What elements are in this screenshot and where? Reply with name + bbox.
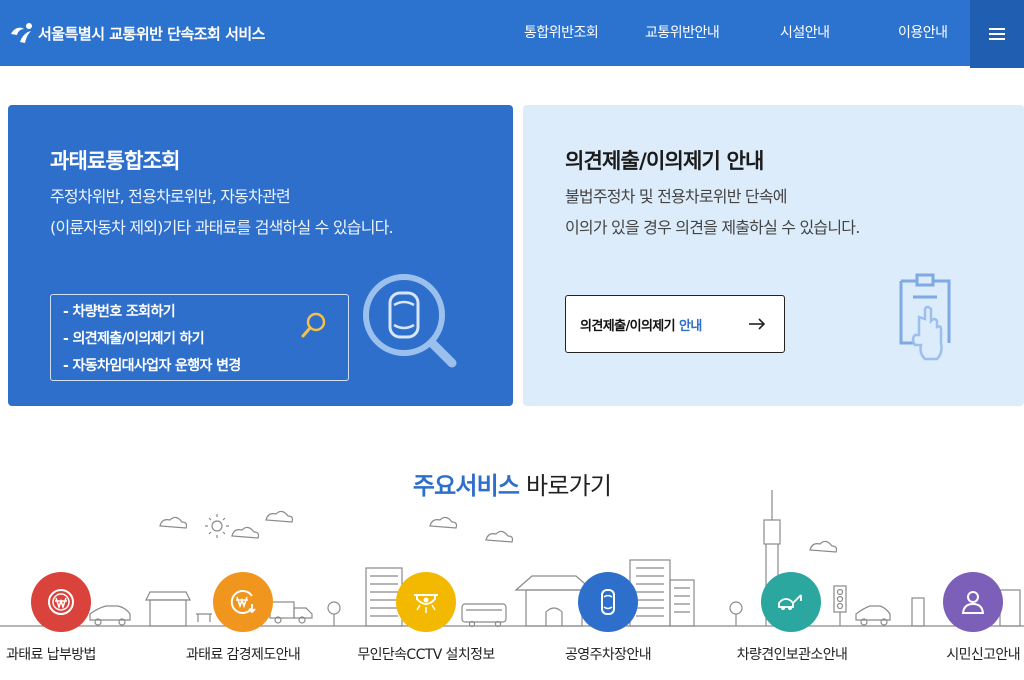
- service-label-tow-storage[interactable]: 차량견인보관소안내: [722, 644, 862, 664]
- service-label-cctv-info[interactable]: 무인단속CCTV 설치정보: [341, 644, 511, 664]
- fine-inquiry-desc-line1: 주정차위반, 전용차로위반, 자동차관련: [50, 187, 291, 206]
- objection-guide-desc-line2: 이의가 있을 경우 의견을 제출하실 수 있습니다.: [565, 218, 860, 237]
- hamburger-icon: [989, 25, 1005, 43]
- fine-inquiry-description: 주정차위반, 전용차로위반, 자동차관련 (이륜자동차 제외)기타 과태료를 검…: [50, 181, 394, 243]
- won-coin-icon: [48, 589, 74, 615]
- fine-inquiry-title: 과태료통합조회: [50, 149, 180, 173]
- service-fine-reduction[interactable]: [213, 572, 273, 632]
- service-citizen-report[interactable]: [943, 572, 1003, 632]
- city-skyline-illustration: [0, 490, 1024, 628]
- person-icon: [961, 591, 985, 614]
- header: 서울특별시 교통위반 단속조회 서비스 통합위반조회 교통위반안내 시설안내 이…: [0, 0, 1024, 68]
- fine-inquiry-links: - 차량번호 조회하기 - 의견제출/이의제기 하기 - 자동차임대사업자 운행…: [50, 294, 349, 381]
- objection-guide-button-accent: 안내: [679, 318, 702, 334]
- objection-guide-desc-line1: 불법주정차 및 전용차로위반 단속에: [565, 187, 787, 206]
- service-public-parking[interactable]: [578, 572, 638, 632]
- fine-inquiry-card: 과태료통합조회 주정차위반, 전용차로위반, 자동차관련 (이륜자동차 제외)기…: [8, 105, 513, 406]
- service-cctv-info[interactable]: [396, 572, 456, 632]
- service-label-fine-reduction[interactable]: 과태료 감경제도안내: [168, 644, 318, 664]
- objection-guide-description: 불법주정차 및 전용차로위반 단속에 이의가 있을 경우 의견을 제출하실 수 …: [565, 181, 860, 243]
- objection-guide-button-label: 의견제출/이의제기: [580, 318, 676, 334]
- service-label-citizen-report[interactable]: 시민신고안내: [920, 644, 1020, 664]
- tow-truck-icon: [778, 594, 802, 610]
- service-fine-payment[interactable]: [31, 572, 91, 632]
- nav-usage-guide[interactable]: 이용안내: [898, 22, 948, 42]
- link-rental-driver-change[interactable]: - 자동차임대사업자 운행자 변경: [63, 353, 348, 380]
- arrow-right-icon: [749, 318, 766, 330]
- nav-violation-guide[interactable]: 교통위반안내: [645, 22, 720, 42]
- nav-facility-guide[interactable]: 시설안내: [780, 22, 830, 42]
- parking-car-icon: [601, 589, 615, 615]
- nav-integrated-inquiry[interactable]: 통합위반조회: [524, 22, 599, 42]
- service-label-fine-payment[interactable]: 과태료 납부방법: [6, 644, 116, 664]
- service-label-public-parking[interactable]: 공영주차장안내: [548, 644, 668, 664]
- fine-inquiry-desc-line2: (이륜자동차 제외)기타 과태료를 검색하실 수 있습니다.: [50, 218, 394, 237]
- service-tow-storage[interactable]: [761, 572, 821, 632]
- search-icon[interactable]: [300, 311, 328, 339]
- objection-guide-button[interactable]: 의견제출/이의제기 안내: [565, 295, 785, 353]
- clipboard-hand-icon: [899, 273, 951, 361]
- objection-guide-card: 의견제출/이의제기 안내 불법주정차 및 전용차로위반 단속에 이의가 있을 경…: [523, 105, 1024, 406]
- car-search-icon: [363, 274, 457, 368]
- cctv-icon: [414, 594, 438, 613]
- won-discount-icon: [230, 590, 256, 614]
- objection-guide-title: 의견제출/이의제기 안내: [565, 149, 764, 173]
- main-nav: 통합위반조회 교통위반안내 시설안내 이용안내: [0, 22, 1024, 44]
- menu-button[interactable]: [970, 0, 1024, 68]
